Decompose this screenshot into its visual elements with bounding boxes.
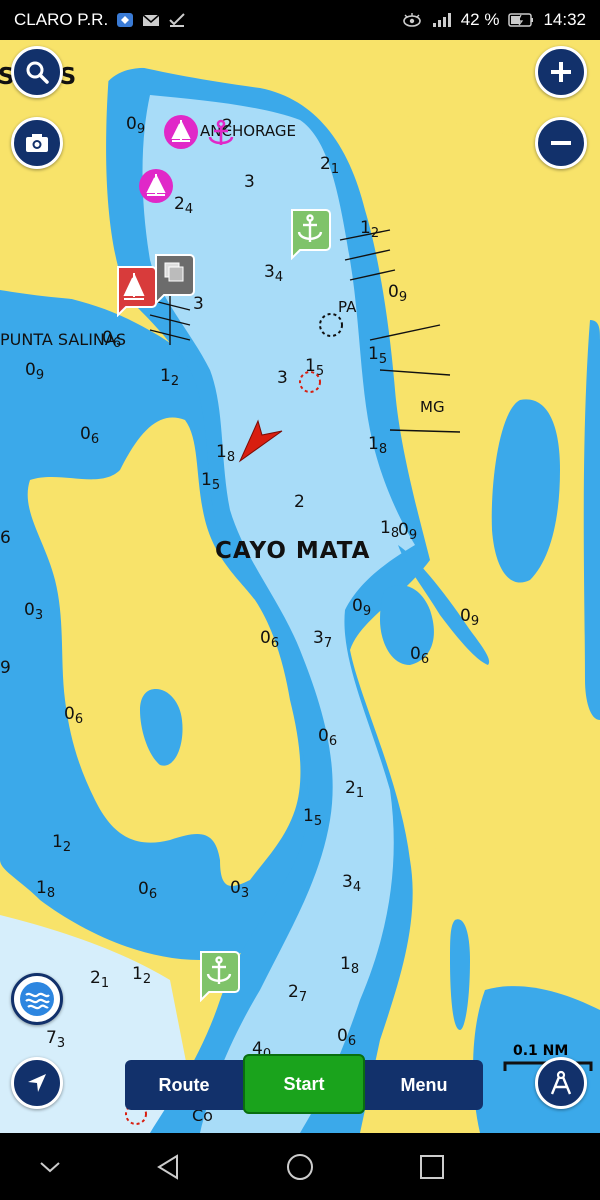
- place-label-co: Co: [192, 1106, 213, 1125]
- sounding-label: 12: [52, 832, 72, 855]
- status-bar: CLARO P.R. 42 % 14:32: [0, 0, 600, 40]
- eye-comfort-icon: [402, 13, 421, 27]
- sounding-label: 21: [345, 778, 365, 801]
- sounding-label: 06: [337, 1026, 357, 1049]
- sounding-label: 09: [388, 282, 408, 305]
- sounding-label: 18: [340, 954, 360, 977]
- sounding-label: 21: [90, 968, 110, 991]
- sounding-label: 09: [398, 520, 418, 543]
- cluster-pin-icon[interactable]: [150, 253, 196, 305]
- anchorage-pin-icon[interactable]: [286, 208, 332, 260]
- signal-icon: [432, 13, 451, 27]
- sounding-label: 06: [318, 726, 338, 749]
- sounding-label: 2: [294, 492, 305, 512]
- sounding-label: 3: [277, 368, 288, 388]
- compass-icon: [550, 1070, 572, 1095]
- sounding-label: 34: [264, 262, 284, 285]
- system-navigation-bar: [0, 1133, 600, 1200]
- sounding-label: 09: [460, 606, 480, 629]
- marina-icon-2[interactable]: [138, 168, 174, 204]
- marina-icon[interactable]: [163, 114, 199, 150]
- sounding-label: 15: [368, 344, 388, 367]
- sounding-label: 06: [64, 704, 84, 727]
- bottom-action-bar: Route Start Menu: [125, 1054, 483, 1114]
- zoom-out-button[interactable]: [535, 117, 587, 169]
- chevron-down-icon: [40, 1162, 60, 1173]
- carrier-label: CLARO P.R.: [14, 10, 109, 29]
- sounding-label: 06: [138, 879, 158, 902]
- sounding-label: 6: [0, 528, 11, 548]
- sounding-label: 12: [132, 964, 152, 987]
- sounding-label: 09: [352, 596, 372, 619]
- sounding-label: 12: [160, 366, 180, 389]
- clock: 14:32: [543, 10, 586, 29]
- sounding-label: 03: [24, 600, 44, 623]
- sounding-label: 18: [36, 878, 56, 901]
- sounding-label: 3: [244, 172, 255, 192]
- vessel-position-icon: [238, 419, 283, 463]
- sounding-label: 09: [126, 114, 146, 137]
- menu-button[interactable]: Menu: [365, 1060, 483, 1110]
- camera-button[interactable]: [11, 117, 63, 169]
- task-check-icon: [169, 13, 185, 27]
- obstruction-symbol-icon: [299, 371, 321, 393]
- sounding-label: 9: [0, 658, 11, 678]
- sounding-label: 18: [368, 434, 388, 457]
- compass-button[interactable]: [535, 1057, 587, 1109]
- camera-icon: [26, 134, 48, 152]
- sounding-label: 21: [320, 154, 340, 177]
- sounding-label: 73: [46, 1028, 66, 1051]
- nav-back-button[interactable]: [150, 1151, 186, 1183]
- start-button[interactable]: Start: [243, 1054, 365, 1114]
- place-label-cayo-mata: CAYO MATA: [215, 538, 371, 564]
- nautical-chart[interactable]: S NAS ANCHORAGE PUNTA SALINAS CAYO MATA …: [0, 40, 600, 1133]
- home-circle-icon: [287, 1154, 313, 1180]
- wreck-symbol-icon: [319, 313, 343, 337]
- nav-hide-button[interactable]: [32, 1151, 68, 1183]
- sounding-label: 12: [360, 218, 380, 241]
- sounding-label: 24: [174, 194, 194, 217]
- sounding-label: 03: [230, 878, 250, 901]
- sounding-label: 06: [260, 628, 280, 651]
- sounding-label: 06: [410, 644, 430, 667]
- nav-home-button[interactable]: [282, 1151, 318, 1183]
- sounding-label: 06: [80, 424, 100, 447]
- sounding-label: 15: [201, 470, 221, 493]
- sounding-label: 06: [102, 328, 122, 351]
- sounding-label: 27: [288, 982, 308, 1005]
- sounding-label: 09: [25, 360, 45, 383]
- sounding-label: 18: [380, 518, 400, 541]
- route-button[interactable]: Route: [125, 1060, 243, 1110]
- search-icon: [26, 61, 49, 84]
- plus-icon: [551, 62, 571, 82]
- nav-recents-button[interactable]: [414, 1151, 450, 1183]
- minus-icon: [551, 141, 571, 145]
- anchor-magenta-icon[interactable]: [205, 118, 237, 150]
- sounding-label: 37: [313, 628, 333, 651]
- mail-icon: [142, 14, 160, 26]
- app-notification-icon: [117, 13, 134, 27]
- sounding-label: 34: [342, 872, 362, 895]
- search-button[interactable]: [11, 46, 63, 98]
- recents-square-icon: [420, 1155, 444, 1179]
- sounding-label: 18: [216, 442, 236, 465]
- place-label-mg: MG: [420, 398, 445, 416]
- layers-button[interactable]: [11, 973, 63, 1025]
- anchorage-pin-icon-2[interactable]: [195, 950, 241, 1002]
- back-triangle-icon: [157, 1154, 178, 1180]
- navigation-arrow-icon: [28, 1074, 46, 1092]
- battery-percent: 42 %: [460, 10, 500, 29]
- battery-icon: [508, 13, 534, 27]
- layers-icon: [20, 982, 54, 1016]
- sounding-label: 15: [303, 806, 323, 829]
- zoom-in-button[interactable]: [535, 46, 587, 98]
- locate-button[interactable]: [11, 1057, 63, 1109]
